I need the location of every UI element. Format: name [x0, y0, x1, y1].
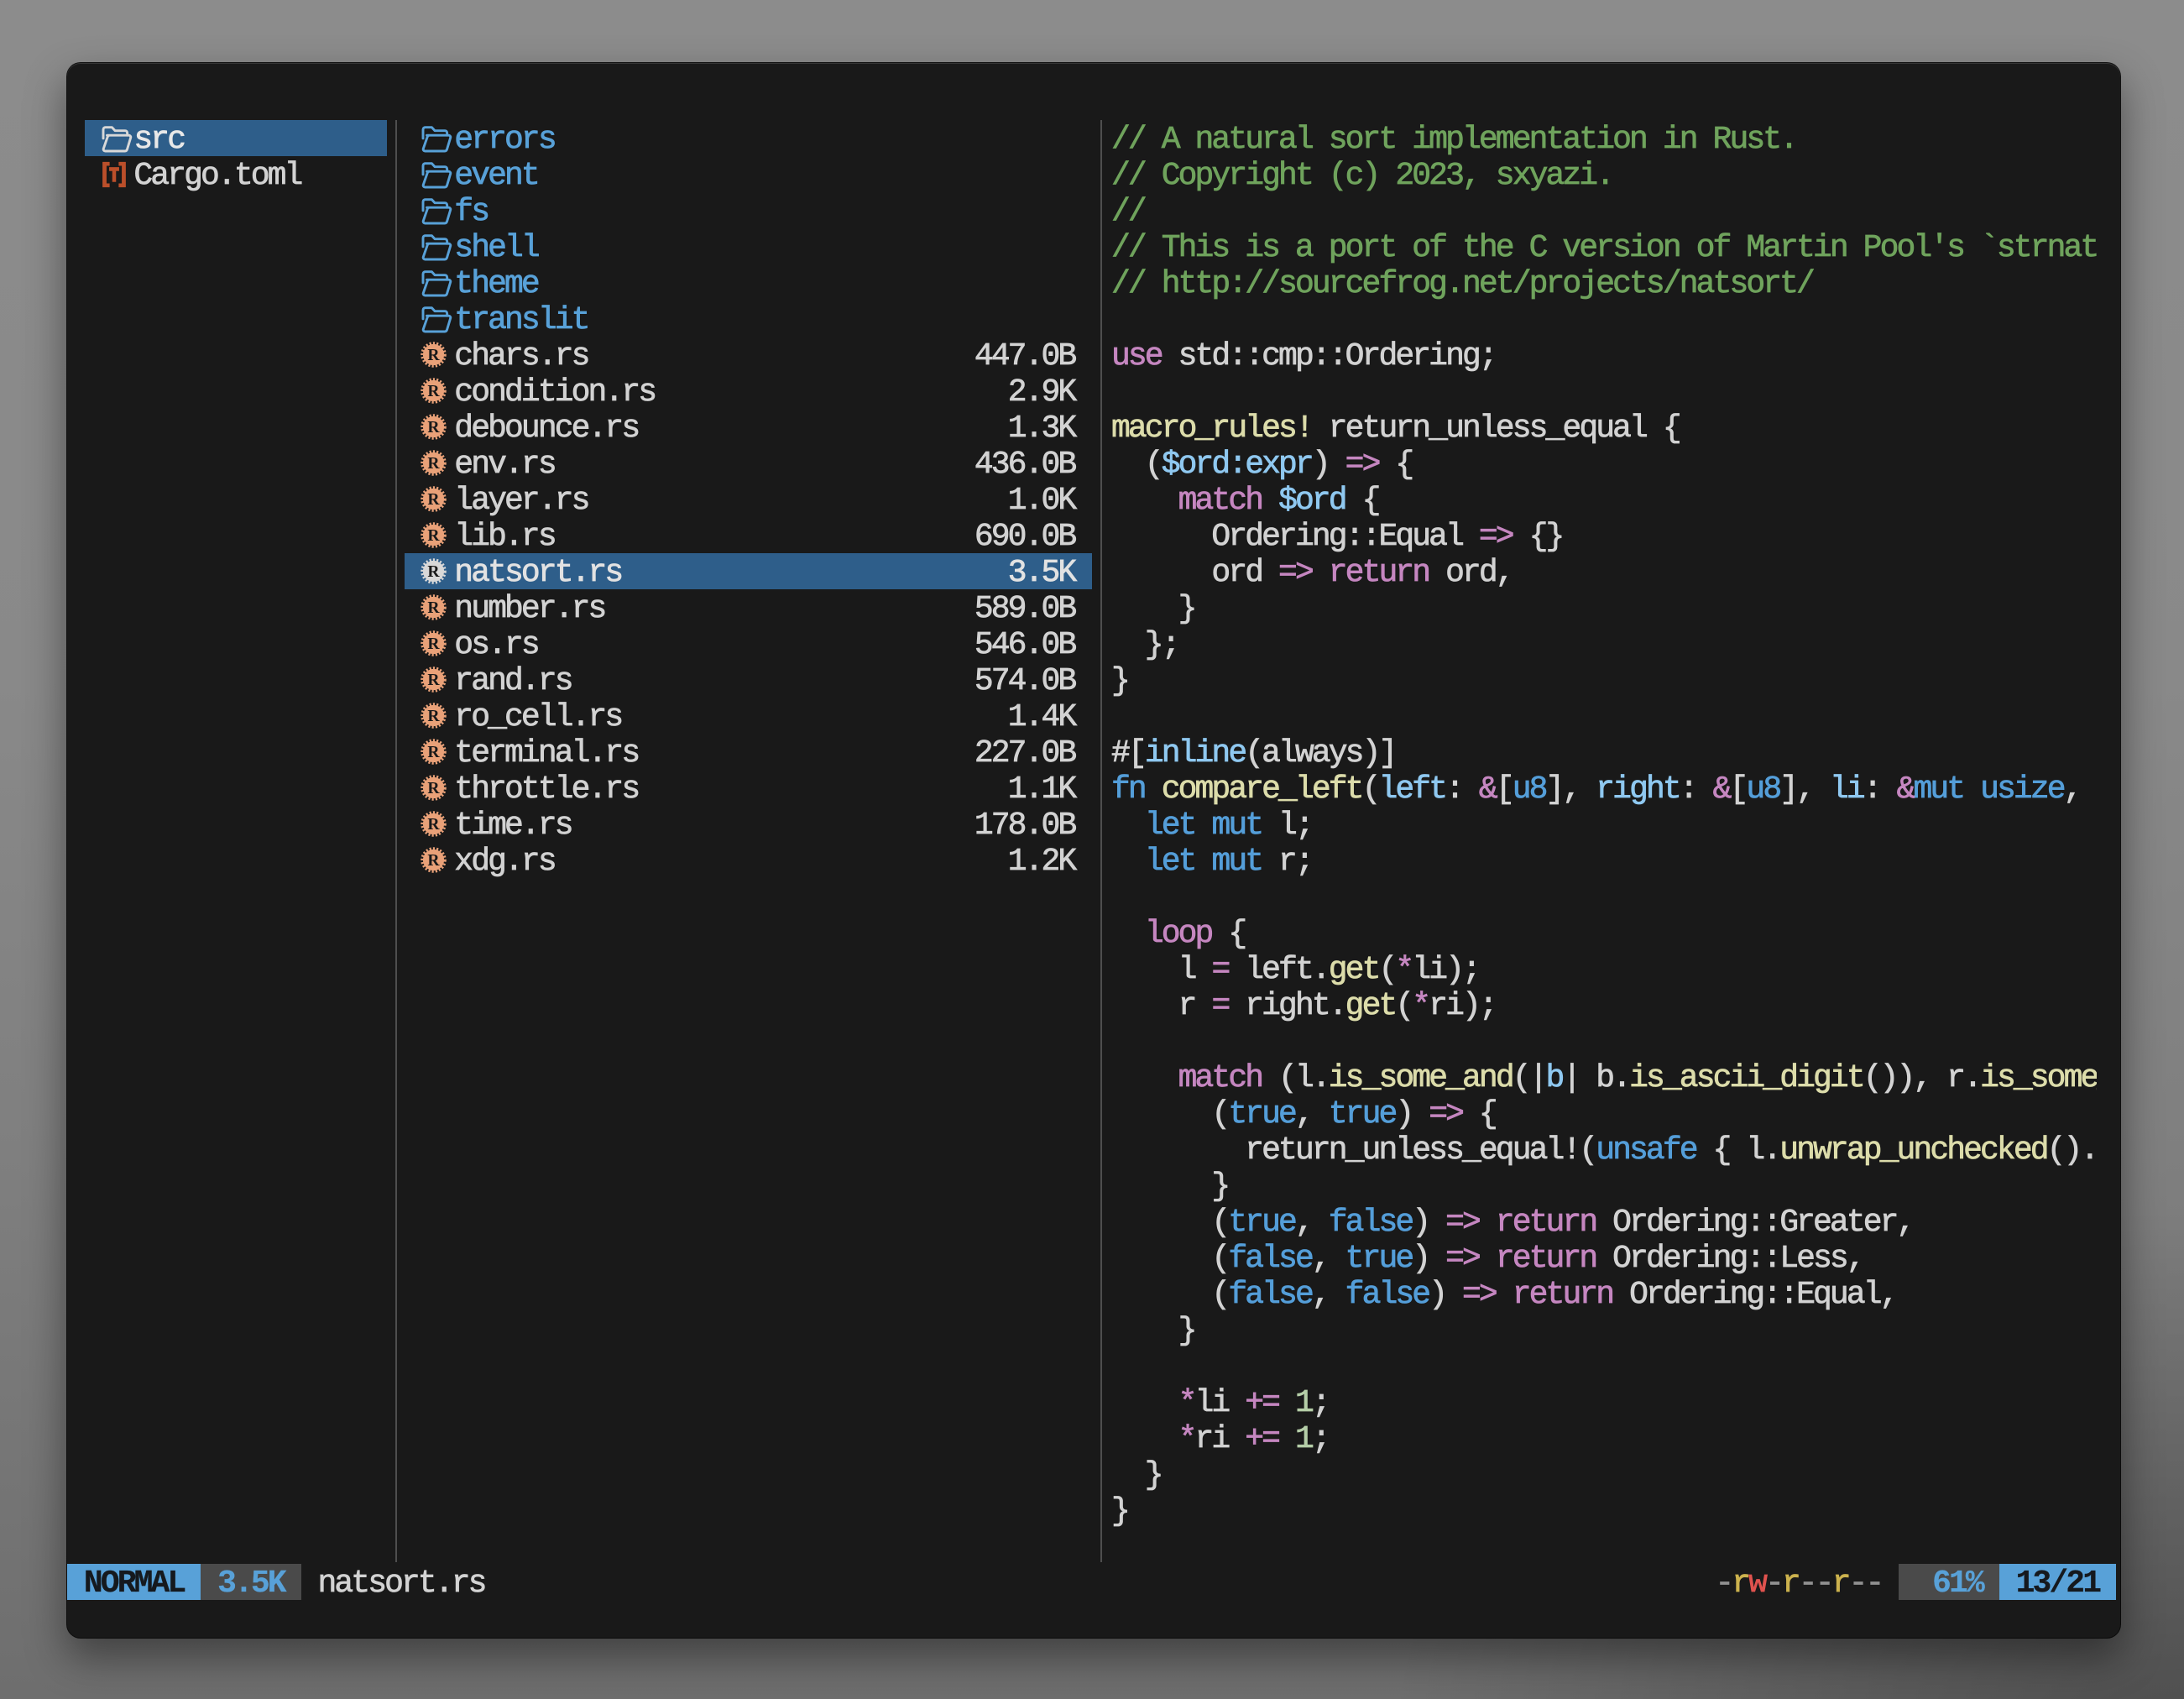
svg-text:R: R — [427, 527, 440, 545]
svg-text:R: R — [427, 491, 440, 509]
svg-text:R: R — [427, 816, 440, 834]
svg-text:R: R — [427, 383, 440, 400]
svg-text:R: R — [427, 744, 440, 761]
svg-text:R: R — [427, 672, 440, 689]
svg-text:R: R — [427, 708, 440, 725]
svg-text:R: R — [427, 599, 440, 617]
svg-text:R: R — [427, 419, 440, 437]
svg-text:R: R — [427, 852, 440, 870]
svg-text:R: R — [427, 347, 440, 364]
svg-text:R: R — [427, 563, 440, 581]
svg-text:R: R — [427, 455, 440, 473]
svg-text:R: R — [427, 780, 440, 797]
svg-text:R: R — [427, 635, 440, 653]
